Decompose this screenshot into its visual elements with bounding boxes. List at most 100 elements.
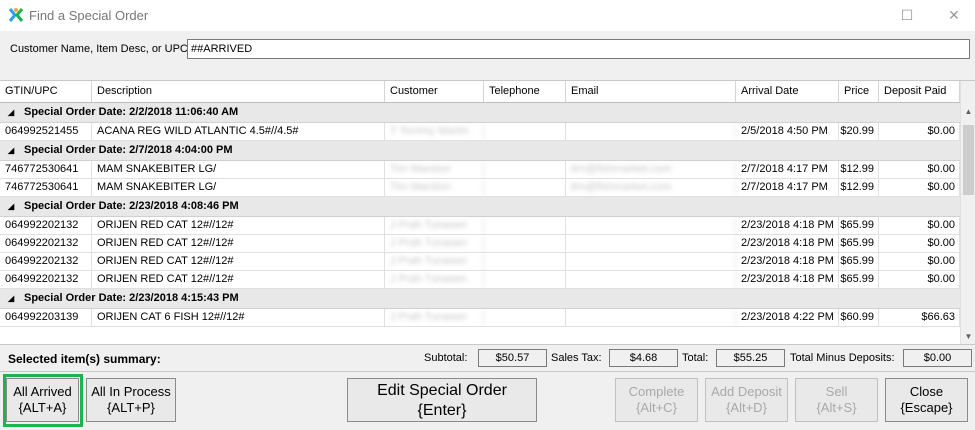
cell-deposit: $0.00 bbox=[879, 123, 960, 140]
table-row[interactable]: 746772530641 MAM SNAKEBITER LG/Tim Marsto… bbox=[0, 161, 960, 179]
total-label: Total: bbox=[682, 352, 709, 364]
all-in-process-label: All In Process bbox=[91, 384, 171, 399]
total-value: $55.25 bbox=[716, 349, 785, 367]
cell-customer: Tim Marston bbox=[385, 161, 484, 178]
column-header-phone[interactable]: Telephone bbox=[484, 81, 566, 102]
collapse-triangle-icon[interactable]: ◢ bbox=[8, 289, 14, 308]
close-icon[interactable]: ✕ bbox=[942, 4, 966, 26]
table-row[interactable]: 064992202132 ORIJEN RED CAT 12#//12# J Pra… bbox=[0, 271, 960, 289]
cell-email bbox=[566, 309, 736, 326]
table-row[interactable]: 064992202132 ORIJEN RED CAT 12#//12# J Pra… bbox=[0, 253, 960, 271]
cell-customer: J Prah Tunasen bbox=[385, 235, 484, 252]
cell-deposit: $0.00 bbox=[879, 179, 960, 196]
cell-deposit: $0.00 bbox=[879, 235, 960, 252]
complete-shortcut: {Alt+C} bbox=[636, 400, 677, 415]
search-row: Customer Name, Item Desc, or UPC: bbox=[0, 31, 975, 80]
scroll-up-icon[interactable]: ▲ bbox=[961, 103, 975, 120]
cell-upc: 746772530641 bbox=[0, 161, 92, 178]
sell-button[interactable]: Sell {Alt+S} bbox=[795, 378, 878, 422]
all-in-process-shortcut: {ALT+P} bbox=[107, 400, 155, 415]
table-row[interactable]: 064992202132 ORIJEN RED CAT 12#//12# J Pra… bbox=[0, 235, 960, 253]
add-deposit-button[interactable]: Add Deposit {Alt+D} bbox=[705, 378, 788, 422]
group-header-label: Special Order Date: 2/23/2018 4:15:43 PM bbox=[24, 292, 239, 304]
group-header-row[interactable]: ◢ Special Order Date: 2/23/2018 4:08:46 P… bbox=[0, 197, 960, 217]
complete-button[interactable]: Complete {Alt+C} bbox=[615, 378, 698, 422]
sell-shortcut: {Alt+S} bbox=[816, 400, 857, 415]
cell-deposit: $66.63 bbox=[879, 309, 960, 326]
collapse-triangle-icon[interactable]: ◢ bbox=[8, 103, 14, 122]
cell-email bbox=[566, 217, 736, 234]
cell-arrival: 2/23/2018 4:18 PM bbox=[736, 235, 839, 252]
table-row[interactable]: 746772530641 MAM SNAKEBITER LG/Tim Marsto… bbox=[0, 179, 960, 197]
cell-phone bbox=[484, 235, 566, 252]
summary-bar: Selected item(s) summary: Subtotal: $50.… bbox=[0, 344, 975, 372]
title-bar: Find a Special Order ☐ ✕ bbox=[0, 0, 975, 31]
column-header-deposit[interactable]: Deposit Paid bbox=[879, 81, 960, 102]
group-header-label: Special Order Date: 2/23/2018 4:08:46 PM bbox=[24, 200, 239, 212]
cell-arrival: 2/7/2018 4:17 PM bbox=[736, 179, 839, 196]
cell-arrival: 2/23/2018 4:18 PM bbox=[736, 271, 839, 288]
cell-phone bbox=[484, 309, 566, 326]
column-header-desc[interactable]: Description bbox=[92, 81, 385, 102]
edit-special-order-button[interactable]: Edit Special Order {Enter} bbox=[347, 378, 537, 422]
table-row[interactable]: 064992202132 ORIJEN RED CAT 12#//12# J Pra… bbox=[0, 217, 960, 235]
collapse-triangle-icon[interactable]: ◢ bbox=[8, 141, 14, 160]
cell-arrival: 2/23/2018 4:18 PM bbox=[736, 253, 839, 270]
cell-phone bbox=[484, 217, 566, 234]
sales-tax-value: $4.68 bbox=[609, 349, 678, 367]
column-header-customer[interactable]: Customer bbox=[385, 81, 484, 102]
add-deposit-label: Add Deposit bbox=[711, 384, 782, 399]
cell-desc: ORIJEN RED CAT 12#//12# bbox=[92, 217, 385, 234]
cell-deposit: $0.00 bbox=[879, 217, 960, 234]
cell-price: $12.99 bbox=[839, 179, 879, 196]
all-in-process-button[interactable]: All In Process {ALT+P} bbox=[86, 378, 176, 422]
column-header-price[interactable]: Price bbox=[839, 81, 879, 102]
collapse-triangle-icon[interactable]: ◢ bbox=[8, 197, 14, 216]
cell-desc: MAM SNAKEBITER LG/ bbox=[92, 179, 385, 196]
cell-phone bbox=[484, 161, 566, 178]
cell-customer: Tim Marston bbox=[385, 179, 484, 196]
cell-arrival: 2/5/2018 4:50 PM bbox=[736, 123, 839, 140]
group-header-row[interactable]: ◢ Special Order Date: 2/2/2018 11:06:40 A… bbox=[0, 103, 960, 123]
group-header-row[interactable]: ◢ Special Order Date: 2/23/2018 4:15:43 P… bbox=[0, 289, 960, 309]
table-row[interactable]: 064992521455 ACANA REG WILD ATLANTIC 4.5#… bbox=[0, 123, 960, 141]
cell-deposit: $0.00 bbox=[879, 161, 960, 178]
selection-highlight bbox=[3, 374, 83, 427]
total-minus-deposits-value: $0.00 bbox=[903, 349, 972, 367]
cell-upc: 064992521455 bbox=[0, 123, 92, 140]
scrollbar-thumb[interactable] bbox=[963, 125, 974, 195]
cell-deposit: $0.00 bbox=[879, 271, 960, 288]
cell-price: $65.99 bbox=[839, 253, 879, 270]
cell-email bbox=[566, 123, 736, 140]
complete-label: Complete bbox=[628, 384, 685, 399]
group-header-row[interactable]: ◢ Special Order Date: 2/7/2018 4:04:00 PM bbox=[0, 141, 960, 161]
scroll-down-icon[interactable]: ▼ bbox=[961, 328, 975, 345]
search-input[interactable] bbox=[187, 39, 970, 59]
cell-desc: ORIJEN RED CAT 12#//12# bbox=[92, 271, 385, 288]
table-row[interactable]: 064992203139 ORIJEN CAT 6 FISH 12#//12# J … bbox=[0, 309, 960, 327]
cell-email bbox=[566, 235, 736, 252]
cell-customer: J Prah Tunasen bbox=[385, 271, 484, 288]
column-header-email[interactable]: Email bbox=[566, 81, 736, 102]
vertical-scrollbar[interactable]: ▲ ▼ bbox=[960, 81, 975, 345]
sales-tax-label: Sales Tax: bbox=[551, 352, 602, 364]
cell-upc: 064992203139 bbox=[0, 309, 92, 326]
edit-special-order-label: Edit Special Order bbox=[377, 382, 507, 399]
cell-arrival: 2/7/2018 4:17 PM bbox=[736, 161, 839, 178]
cell-upc: 746772530641 bbox=[0, 179, 92, 196]
cell-customer: J Prah Tunasen bbox=[385, 253, 484, 270]
cell-price: $65.99 bbox=[839, 217, 879, 234]
cell-desc: ORIJEN RED CAT 12#//12# bbox=[92, 235, 385, 252]
cell-price: $20.99 bbox=[839, 123, 879, 140]
column-header-upc[interactable]: GTIN/UPC bbox=[0, 81, 92, 102]
orders-grid[interactable]: GTIN/UPC Description Customer Telephone Emai… bbox=[0, 80, 975, 345]
cell-upc: 064992202132 bbox=[0, 271, 92, 288]
column-header-arrival[interactable]: Arrival Date bbox=[736, 81, 839, 102]
cell-upc: 064992202132 bbox=[0, 253, 92, 270]
add-deposit-shortcut: {Alt+D} bbox=[726, 400, 767, 415]
maximize-icon[interactable]: ☐ bbox=[895, 4, 919, 26]
cell-phone bbox=[484, 123, 566, 140]
close-button[interactable]: Close {Escape} bbox=[885, 378, 968, 422]
cell-customer: J Prah Tunasen bbox=[385, 309, 484, 326]
subtotal-label: Subtotal: bbox=[424, 352, 468, 364]
